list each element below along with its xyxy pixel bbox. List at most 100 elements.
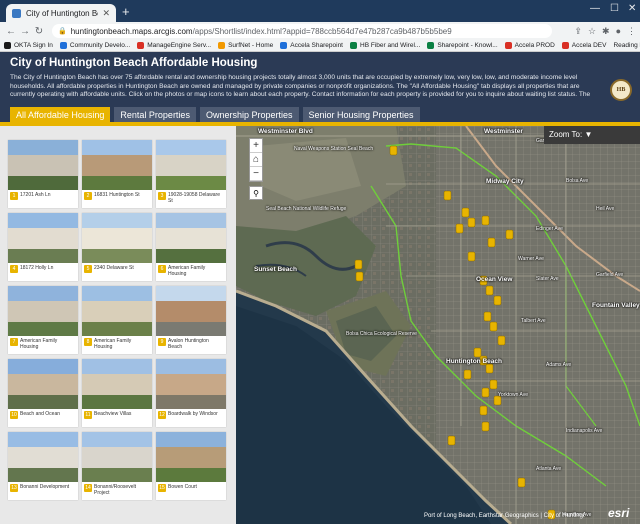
- map-zoom-controls: + ⌂ −: [249, 138, 263, 182]
- bookmark-item[interactable]: Accela Sharepoint: [280, 42, 343, 49]
- map-label: Warner Ave: [518, 256, 544, 262]
- bookmark-item[interactable]: HB Fiber and Wirel...: [350, 42, 420, 49]
- share-icon[interactable]: ⇪: [574, 26, 582, 37]
- address-bar[interactable]: 🔒 huntingtonbeach.maps.arcgis.com/apps/S…: [52, 24, 552, 38]
- bookmark-favicon-icon: [59, 42, 67, 49]
- property-card[interactable]: 9 Avalon Huntington Beach: [156, 286, 226, 354]
- property-photo[interactable]: [8, 213, 78, 263]
- property-number-badge: 6: [158, 265, 166, 273]
- bookmark-item[interactable]: Accela DEV: [561, 42, 606, 49]
- property-card[interactable]: 8 American Family Housing: [82, 286, 152, 354]
- star-icon[interactable]: ☆: [588, 26, 596, 37]
- extensions-icon[interactable]: ✱: [602, 26, 610, 37]
- property-photo[interactable]: [82, 140, 152, 190]
- browser-tab[interactable]: City of Huntington Beach Afforda ✕: [6, 4, 116, 22]
- map-label: Seal Beach National Wildlife Refuge: [266, 206, 347, 212]
- property-card[interactable]: 12 Boardwalk by Windsor: [156, 359, 226, 427]
- property-card[interactable]: 13 Bonanni Development: [8, 432, 78, 500]
- maximize-icon[interactable]: ☐: [610, 3, 619, 14]
- map-view[interactable]: Westminster BlvdWestminsterGarden Grove …: [236, 126, 640, 524]
- lock-icon: 🔒: [58, 28, 67, 35]
- property-photo[interactable]: [82, 432, 152, 482]
- property-caption: 12 Boardwalk by Windsor: [156, 409, 226, 419]
- property-number-badge: 3: [158, 192, 166, 200]
- map-label: Yorktown Ave: [498, 392, 529, 398]
- property-card[interactable]: 14 Bonanni/Roosevelt Project: [82, 432, 152, 500]
- map-label: Heil Ave: [596, 206, 615, 212]
- property-photo[interactable]: [8, 432, 78, 482]
- minimize-icon[interactable]: —: [590, 3, 600, 14]
- caret-down-icon: ▼: [584, 130, 593, 139]
- bookmark-item[interactable]: Community Develo...: [59, 42, 130, 49]
- property-number-badge: 13: [10, 484, 18, 492]
- property-photo[interactable]: [156, 140, 226, 190]
- property-caption: 2 16831 Huntington St: [82, 190, 152, 200]
- bookmark-item[interactable]: Sharepoint - Knowl...: [427, 42, 498, 49]
- bookmark-favicon-icon: [218, 42, 226, 49]
- property-card[interactable]: 4 18172 Holly Ln: [8, 213, 78, 281]
- property-card[interactable]: 7 American Family Housing: [8, 286, 78, 354]
- forward-icon[interactable]: →: [18, 26, 32, 37]
- bookmark-label: Accela PROD: [514, 42, 555, 49]
- bookmark-favicon-icon: [504, 42, 512, 49]
- bookmark-item[interactable]: SurfNet - Home: [218, 42, 273, 49]
- property-card[interactable]: 6 American Family Housing: [156, 213, 226, 281]
- tab-ownership-properties[interactable]: Ownership Properties: [199, 107, 299, 123]
- property-caption: 8 American Family Housing: [82, 336, 152, 350]
- menu-icon[interactable]: ⋮: [627, 26, 636, 37]
- browser-tab-strip: City of Huntington Beach Afforda ✕ + — ☐…: [0, 0, 640, 22]
- profile-icon[interactable]: ●: [616, 26, 621, 37]
- property-card[interactable]: 10 Beach and Ocean: [8, 359, 78, 427]
- browser-toolbar: ← → ↻ 🔒 huntingtonbeach.maps.arcgis.com /…: [0, 22, 640, 40]
- property-photo[interactable]: [156, 359, 226, 409]
- property-card[interactable]: 1 17201 Ash Ln: [8, 140, 78, 208]
- browser-tab-title: City of Huntington Beach Afforda: [26, 8, 98, 18]
- zoom-to-dropdown[interactable]: Zoom To: ▼: [544, 126, 640, 144]
- bookmark-item[interactable]: OKTA Sign In: [4, 42, 53, 49]
- back-icon[interactable]: ←: [4, 26, 18, 37]
- property-photo[interactable]: [8, 140, 78, 190]
- home-button[interactable]: ⌂: [250, 153, 262, 167]
- property-card[interactable]: 15 Bowen Court: [156, 432, 226, 500]
- zoom-in-button[interactable]: +: [250, 139, 262, 153]
- property-photo[interactable]: [156, 286, 226, 336]
- property-number-badge: 14: [84, 484, 92, 492]
- property-caption: 1 17201 Ash Ln: [8, 190, 78, 200]
- close-window-icon[interactable]: ✕: [628, 3, 636, 14]
- reload-icon[interactable]: ↻: [32, 26, 46, 37]
- property-name: Avalon Huntington Beach: [168, 338, 209, 350]
- property-photo[interactable]: [8, 286, 78, 336]
- tab-senior-housing-properties[interactable]: Senior Housing Properties: [302, 107, 420, 123]
- esri-logo: esri: [608, 506, 630, 520]
- url-path: /apps/Shortlist/index.html?appid=788ccb5…: [192, 26, 452, 36]
- map-label: Westminster Blvd: [258, 128, 313, 135]
- property-caption: 11 Beachview Villas: [82, 409, 152, 419]
- bookmark-favicon-icon: [427, 42, 435, 49]
- property-name: Beachview Villas: [94, 411, 132, 417]
- property-photo[interactable]: [8, 359, 78, 409]
- property-photo[interactable]: [156, 213, 226, 263]
- property-card[interactable]: 3 19028-19058 Delaware St: [156, 140, 226, 208]
- site-favicon-icon: [12, 8, 21, 18]
- bookmark-item[interactable]: Accela PROD: [504, 42, 555, 49]
- reading-list-button[interactable]: Reading list: [613, 42, 640, 49]
- satellite-map[interactable]: [236, 126, 640, 524]
- property-photo[interactable]: [82, 286, 152, 336]
- map-attribution: Port of Long Beach, Earthstar Geographic…: [424, 513, 585, 519]
- property-number-badge: 15: [158, 484, 166, 492]
- property-card[interactable]: 5 2340 Delaware St: [82, 213, 152, 281]
- new-tab-button[interactable]: +: [122, 4, 130, 20]
- property-card[interactable]: 2 16831 Huntington St: [82, 140, 152, 208]
- tab-all-affordable-housing[interactable]: All Affordable Housing: [10, 107, 111, 123]
- map-label: Fountain Valley: [592, 302, 640, 309]
- property-name: Bowen Court: [168, 484, 197, 490]
- property-photo[interactable]: [82, 359, 152, 409]
- close-tab-icon[interactable]: ✕: [102, 8, 110, 19]
- tab-rental-properties[interactable]: Rental Properties: [114, 107, 196, 123]
- property-photo[interactable]: [156, 432, 226, 482]
- zoom-out-button[interactable]: −: [250, 167, 262, 181]
- map-search-button[interactable]: ⚲: [249, 186, 263, 200]
- property-photo[interactable]: [82, 213, 152, 263]
- bookmark-item[interactable]: ManageEngine Serv...: [137, 42, 211, 49]
- property-card[interactable]: 11 Beachview Villas: [82, 359, 152, 427]
